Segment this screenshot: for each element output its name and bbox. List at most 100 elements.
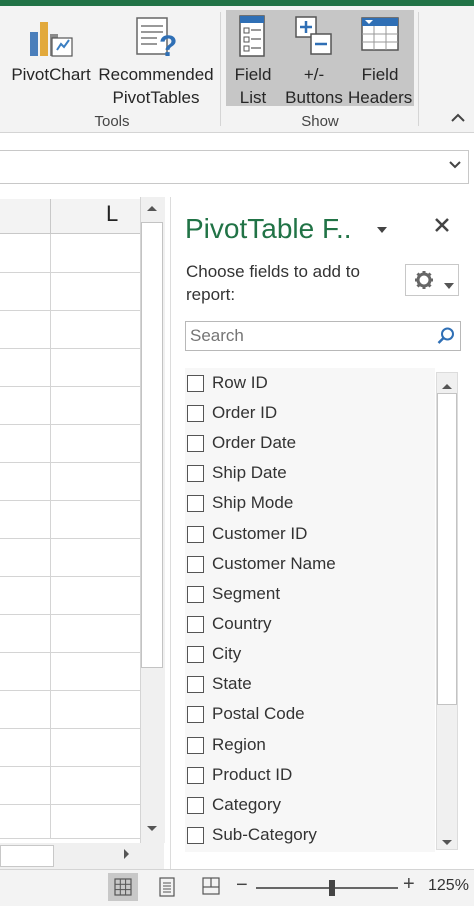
pivotchart-icon: [30, 22, 73, 57]
field-checkbox[interactable]: [187, 766, 204, 784]
page-break-icon: [202, 877, 220, 895]
field-list-icon: [239, 15, 265, 57]
column-header-l[interactable]: L: [106, 201, 118, 227]
field-checkbox[interactable]: [187, 736, 204, 754]
field-list-scroll-thumb[interactable]: [437, 393, 457, 705]
field-checkbox[interactable]: [187, 404, 204, 422]
field-checkbox[interactable]: [187, 705, 204, 723]
field-checkbox[interactable]: [187, 525, 204, 543]
formula-bar[interactable]: [0, 150, 469, 184]
field-headers-label-line2: Headers: [348, 88, 413, 107]
search-input[interactable]: [190, 325, 420, 347]
field-item-postal-code[interactable]: Postal Code: [187, 701, 305, 727]
scroll-down-icon[interactable]: [141, 824, 163, 836]
field-item-customer-id[interactable]: Customer ID: [187, 521, 307, 547]
sheet-scroll-thumb[interactable]: [141, 222, 163, 668]
field-list-label-line1: Field: [234, 65, 272, 84]
recommended-pivottables-button[interactable]: ? Recommended PivotTables: [96, 14, 216, 109]
collapse-ribbon-icon[interactable]: [450, 108, 466, 129]
scroll-right-icon[interactable]: [116, 846, 138, 866]
page-layout-icon: [159, 877, 175, 897]
field-label: Sub-Category: [212, 825, 317, 844]
page-layout-view-button[interactable]: [152, 873, 182, 901]
buttons-label-line2: Buttons: [285, 88, 343, 107]
field-checkbox[interactable]: [187, 374, 204, 392]
field-checkbox[interactable]: [187, 464, 204, 482]
normal-view-button[interactable]: [108, 873, 138, 901]
field-checkbox[interactable]: [187, 675, 204, 693]
field-search-box[interactable]: [185, 321, 461, 351]
field-label: Order Date: [212, 433, 297, 452]
field-item-country[interactable]: Country: [187, 611, 272, 637]
field-list: Row ID Order ID Order Date Ship Date Shi…: [185, 368, 435, 852]
expand-formula-bar-icon[interactable]: [448, 157, 462, 175]
field-label: Postal Code: [212, 704, 305, 723]
field-item-category[interactable]: Category: [187, 792, 281, 818]
field-label: Customer Name: [212, 554, 336, 573]
ribbon-group-separator: [418, 12, 419, 126]
field-item-region[interactable]: Region: [187, 732, 266, 758]
plus-minus-buttons-toggle[interactable]: +/- Buttons: [281, 14, 347, 109]
sheet-tab-area[interactable]: [0, 845, 54, 867]
field-list-scroll-down-icon[interactable]: [441, 834, 453, 852]
show-group-label: Show: [301, 113, 339, 130]
field-checkbox[interactable]: [187, 494, 204, 512]
zoom-slider[interactable]: [256, 887, 398, 889]
field-list-label-line2: List: [239, 88, 267, 107]
close-icon[interactable]: [433, 213, 451, 241]
scroll-up-icon[interactable]: [141, 203, 163, 215]
search-icon[interactable]: [436, 326, 456, 351]
field-item-product-id[interactable]: Product ID: [187, 762, 292, 788]
buttons-label-line1: +/-: [303, 65, 325, 84]
field-item-city[interactable]: City: [187, 641, 241, 667]
normal-view-icon: [114, 878, 132, 896]
field-headers-toggle[interactable]: Field Headers: [348, 14, 412, 109]
zoom-out-button[interactable]: −: [236, 874, 248, 897]
zoom-slider-thumb[interactable]: [329, 880, 335, 896]
field-label: Region: [212, 735, 266, 754]
field-label: Order ID: [212, 403, 278, 422]
recommended-pivottables-icon: ?: [136, 17, 177, 60]
plus-minus-icon: [295, 16, 332, 55]
zoom-in-button[interactable]: +: [403, 873, 415, 896]
field-item-sub-category[interactable]: Sub-Category: [187, 822, 317, 848]
page-break-view-button[interactable]: [196, 873, 226, 901]
field-label: State: [212, 674, 252, 693]
field-checkbox[interactable]: [187, 796, 204, 814]
field-checkbox[interactable]: [187, 555, 204, 573]
field-item-order-id[interactable]: Order ID: [187, 400, 277, 426]
ribbon-group-separator: [220, 12, 221, 126]
column-header-row: L: [0, 199, 140, 234]
field-list-toggle[interactable]: Field List: [228, 14, 278, 109]
chevron-down-icon: [443, 277, 455, 295]
field-label: Product ID: [212, 765, 293, 784]
field-item-customer-name[interactable]: Customer Name: [187, 551, 336, 577]
field-checkbox[interactable]: [187, 585, 204, 603]
field-checkbox[interactable]: [187, 434, 204, 452]
field-item-segment[interactable]: Segment: [187, 581, 280, 607]
field-item-ship-mode[interactable]: Ship Mode: [187, 490, 293, 516]
recommended-label-line1: Recommended: [98, 65, 214, 84]
pane-title: PivotTable F..: [185, 213, 352, 244]
pivotchart-label: PivotChart: [11, 65, 91, 84]
choose-fields-text: Choose fields to add to report:: [186, 262, 360, 304]
recommended-label-line2: PivotTables: [112, 88, 200, 107]
pivotchart-button[interactable]: PivotChart: [8, 14, 94, 86]
tools-group-label: Tools: [94, 113, 130, 130]
field-checkbox[interactable]: [187, 615, 204, 633]
field-label: Category: [212, 795, 281, 814]
field-item-order-date[interactable]: Order Date: [187, 430, 296, 456]
field-label: Customer ID: [212, 524, 308, 543]
pane-options-dropdown-icon[interactable]: [375, 222, 389, 238]
field-item-state[interactable]: State: [187, 671, 252, 697]
field-headers-icon: [361, 17, 399, 51]
field-label: Country: [212, 614, 272, 633]
field-item-ship-date[interactable]: Ship Date: [187, 460, 287, 486]
field-checkbox[interactable]: [187, 645, 204, 663]
zoom-level-label[interactable]: 125%: [428, 877, 469, 895]
field-label: City: [212, 644, 242, 663]
field-item-row-id[interactable]: Row ID: [187, 370, 268, 396]
field-checkbox[interactable]: [187, 826, 204, 844]
tools-settings-button[interactable]: [405, 264, 459, 296]
gear-icon: [414, 270, 434, 295]
